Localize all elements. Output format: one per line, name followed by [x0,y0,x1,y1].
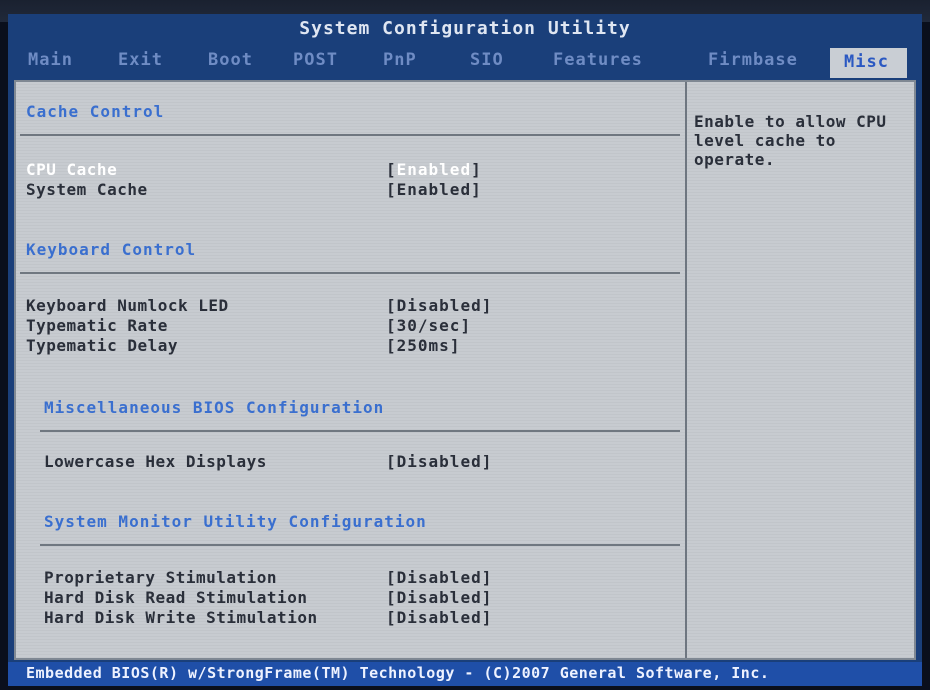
system-cache-label[interactable]: System Cache [26,180,148,199]
tab-misc[interactable]: Misc [830,48,907,78]
status-bar: Embedded BIOS(R) w/StrongFrame(TM) Techn… [8,662,922,686]
proprietary-stimulation-value[interactable]: [Disabled] [386,568,492,587]
panel-divider [685,82,687,658]
section-divider [20,134,680,136]
section-divider [40,544,680,546]
section-divider [20,272,680,274]
tab-main[interactable]: Main [28,50,73,70]
section-title-system-monitor: System Monitor Utility Configuration [44,512,427,531]
menu-tabs: Main Exit Boot POST PnP SIO Features Fir… [8,38,922,78]
tab-sio[interactable]: SIO [470,50,504,70]
cpu-cache-label[interactable]: CPU Cache [26,160,117,179]
hdd-read-stimulation-label[interactable]: Hard Disk Read Stimulation [44,588,307,607]
proprietary-stimulation-value-text: Disabled [396,568,482,587]
cpu-cache-value-text: Enabled [396,160,472,179]
system-cache-value[interactable]: [Enabled] [386,180,482,199]
system-cache-value-text: Enabled [396,180,472,199]
lowercase-hex-value-text: Disabled [396,452,482,471]
tab-pnp[interactable]: PnP [383,50,417,70]
lowercase-hex-value[interactable]: [Disabled] [386,452,492,471]
keyboard-numlock-label[interactable]: Keyboard Numlock LED [26,296,229,315]
bios-screen: System Configuration Utility Main Exit B… [8,14,922,686]
typematic-delay-value[interactable]: [250ms] [386,336,460,355]
tab-exit[interactable]: Exit [118,50,163,70]
hdd-write-stimulation-value-text: Disabled [396,608,482,627]
section-title-misc-bios: Miscellaneous BIOS Configuration [44,398,385,417]
typematic-rate-value-text: 30/sec [396,316,461,335]
section-divider [40,430,680,432]
lowercase-hex-label[interactable]: Lowercase Hex Displays [44,452,267,471]
typematic-rate-label[interactable]: Typematic Rate [26,316,168,335]
keyboard-numlock-value-text: Disabled [396,296,482,315]
hdd-write-stimulation-label[interactable]: Hard Disk Write Stimulation [44,608,318,627]
tab-boot[interactable]: Boot [208,50,253,70]
typematic-rate-value[interactable]: [30/sec] [386,316,471,335]
tab-features[interactable]: Features [553,50,643,70]
tab-post[interactable]: POST [293,50,338,70]
typematic-delay-label[interactable]: Typematic Delay [26,336,178,355]
typematic-delay-value-text: 250ms [396,336,450,355]
proprietary-stimulation-label[interactable]: Proprietary Stimulation [44,568,277,587]
section-title-cache-control: Cache Control [26,102,165,121]
hdd-read-stimulation-value[interactable]: [Disabled] [386,588,492,607]
hdd-read-stimulation-value-text: Disabled [396,588,482,607]
tab-firmbase[interactable]: Firmbase [708,50,798,70]
section-title-keyboard-control: Keyboard Control [26,240,197,259]
hdd-write-stimulation-value[interactable]: [Disabled] [386,608,492,627]
keyboard-numlock-value[interactable]: [Disabled] [386,296,492,315]
cpu-cache-value[interactable]: [Enabled] [386,160,482,179]
settings-panel: Cache Control CPU Cache [Enabled] System… [14,80,916,660]
help-text: Enable to allow CPU level cache to opera… [694,112,887,169]
